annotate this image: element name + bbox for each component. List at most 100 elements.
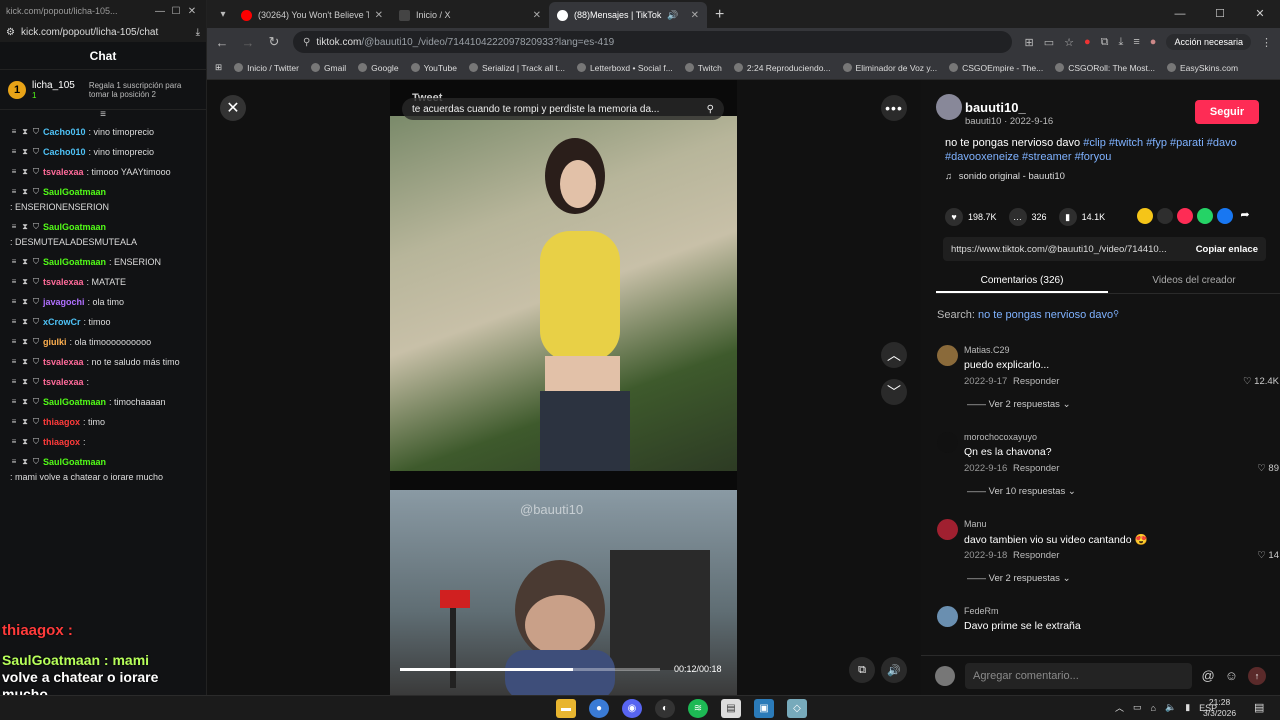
pin-icon[interactable]: ≡ xyxy=(10,186,18,198)
profile-avatar[interactable]: ● xyxy=(1150,36,1157,48)
back-icon[interactable]: ← xyxy=(215,35,229,50)
embed-icon[interactable] xyxy=(1157,208,1173,224)
view-replies-button[interactable]: —— Ver 2 respuestas ⌄ xyxy=(967,573,1071,584)
video-search-overlay[interactable]: te acuerdas cuando te rompi y perdiste l… xyxy=(402,98,724,120)
more-options-button[interactable]: ••• xyxy=(881,95,907,121)
apps-icon[interactable]: ⊞ xyxy=(215,62,222,73)
volume-button[interactable]: 🔊 xyxy=(881,657,907,683)
hourglass-icon[interactable]: ⧗ xyxy=(21,146,29,158)
shield-icon[interactable]: ⛉ xyxy=(32,396,40,408)
commenter-avatar[interactable] xyxy=(937,519,958,540)
chat-username[interactable]: Cacho010 xyxy=(43,126,86,138)
facebook-icon[interactable] xyxy=(1217,208,1233,224)
new-tab-button[interactable]: + xyxy=(715,2,724,28)
commenter-name[interactable]: morochocoxayuyo xyxy=(964,432,1037,442)
close-tab-icon[interactable]: ✕ xyxy=(691,10,699,21)
emoji-icon[interactable]: ☺ xyxy=(1225,668,1238,683)
kick-urlbar[interactable]: ⚙ kick.com/popout/licha-105/chat ⤓ xyxy=(0,22,206,42)
pin-icon[interactable]: ≡ xyxy=(10,416,18,428)
author-avatar[interactable] xyxy=(936,94,962,120)
audio-icon[interactable]: 🔊 xyxy=(667,10,678,21)
hourglass-icon[interactable]: ⧗ xyxy=(21,316,29,328)
close-video-button[interactable]: ✕ xyxy=(220,95,246,121)
bookmark-item[interactable]: Serializd | Track all t... xyxy=(468,63,565,73)
pin-icon[interactable]: ≡ xyxy=(10,356,18,368)
action-needed-button[interactable]: Acción necesaria xyxy=(1166,34,1251,50)
menu-icon[interactable]: ⋮ xyxy=(1261,36,1272,49)
pin-icon[interactable]: ≡ xyxy=(10,316,18,328)
pin-icon[interactable]: ≡ xyxy=(10,256,18,268)
shield-icon[interactable]: ⛉ xyxy=(32,186,40,198)
hourglass-icon[interactable]: ⧗ xyxy=(21,166,29,178)
pin-icon[interactable]: ≡ xyxy=(10,276,18,288)
spotify-icon[interactable]: ≋ xyxy=(688,699,708,718)
hourglass-icon[interactable]: ⧗ xyxy=(21,436,29,448)
chat-username[interactable]: tsvalexaa xyxy=(43,376,84,388)
next-video-button[interactable]: ﹀ xyxy=(881,379,907,405)
bookmark-star-icon[interactable]: ☆ xyxy=(1064,36,1074,49)
chat-username[interactable]: xCrowCr xyxy=(43,316,81,328)
reply-button[interactable]: Responder xyxy=(1013,463,1059,474)
chat-username[interactable]: SaulGoatmaan xyxy=(43,221,106,233)
pin-icon[interactable]: ≡ xyxy=(10,336,18,348)
pin-icon[interactable]: ≡ xyxy=(10,376,18,388)
hourglass-icon[interactable]: ⧗ xyxy=(21,336,29,348)
tab-comments[interactable]: Comentarios (326) xyxy=(936,270,1108,293)
network-icon[interactable]: ⌂ xyxy=(1151,703,1156,713)
hourglass-icon[interactable]: ⧗ xyxy=(21,221,29,233)
chat-username[interactable]: thiaagox xyxy=(43,436,80,448)
notepad-icon[interactable]: ▤ xyxy=(721,699,741,718)
comment-like-button[interactable]: ♡ 12.4K xyxy=(1243,376,1279,387)
bookmark-item[interactable]: Letterboxd • Social f... xyxy=(576,63,673,73)
commenter-avatar[interactable] xyxy=(937,606,958,627)
coin-icon[interactable] xyxy=(1137,208,1153,224)
forward-icon[interactable]: → xyxy=(241,35,255,50)
chat-username[interactable]: tsvalexaa xyxy=(43,166,84,178)
pin-icon[interactable]: ≡ xyxy=(10,296,18,308)
hourglass-icon[interactable]: ⧗ xyxy=(21,396,29,408)
video-link[interactable]: https://www.tiktok.com/@bauuti10_/video/… xyxy=(951,244,1196,255)
tab-search-icon[interactable]: ▾ xyxy=(213,2,233,28)
hourglass-icon[interactable]: ⧗ xyxy=(21,186,29,198)
pin-icon[interactable]: ≡ xyxy=(10,436,18,448)
shield-icon[interactable]: ⛉ xyxy=(32,126,40,138)
steam-icon[interactable]: ◐ xyxy=(655,699,675,718)
media-icon[interactable]: ≡ xyxy=(1133,36,1139,48)
clock[interactable]: 21:28 3/3/2026 xyxy=(1203,697,1236,719)
tab-x[interactable]: Inicio / X ✕ xyxy=(391,2,549,28)
hourglass-icon[interactable]: ⧗ xyxy=(21,256,29,268)
hourglass-icon[interactable]: ⧗ xyxy=(21,356,29,368)
site-info-icon[interactable]: ⚲ xyxy=(303,37,310,48)
tab-youtube[interactable]: (30264) You Won't Believe This ✕ xyxy=(233,2,391,28)
bookmark-item[interactable]: Eliminador de Voz y... xyxy=(842,63,937,73)
extension-red-icon[interactable]: ● xyxy=(1084,36,1091,48)
author-username[interactable]: bauuti10_ xyxy=(965,100,1026,115)
chat-username[interactable]: tsvalexaa xyxy=(43,276,84,288)
share-arrow-icon[interactable]: ➦ xyxy=(1237,208,1253,224)
chat-username[interactable]: thiaagox xyxy=(43,416,80,428)
chat-username[interactable]: SaulGoatmaan xyxy=(43,396,106,408)
commenter-avatar[interactable] xyxy=(937,345,958,366)
shield-icon[interactable]: ⛉ xyxy=(32,336,40,348)
omnibox[interactable]: ⚲ tiktok.com/@bauuti10_/video/7144104222… xyxy=(293,31,1013,53)
maximize-button[interactable]: ☐ xyxy=(1200,0,1240,28)
shield-icon[interactable]: ⛉ xyxy=(32,356,40,368)
video-player[interactable]: Tweet te acuerdas cuando te rompi y perd… xyxy=(390,80,737,695)
hourglass-icon[interactable]: ⧗ xyxy=(21,376,29,388)
chat-username[interactable]: Cacho010 xyxy=(43,146,86,158)
reply-button[interactable]: Responder xyxy=(1013,550,1059,561)
view-replies-button[interactable]: —— Ver 2 respuestas ⌄ xyxy=(967,399,1071,410)
hourglass-icon[interactable]: ⧗ xyxy=(21,416,29,428)
display-icon[interactable]: ▭ xyxy=(1133,702,1142,713)
pin-icon[interactable]: ≡ xyxy=(10,456,18,468)
mention-icon[interactable]: @ xyxy=(1202,668,1215,683)
close-tab-icon[interactable]: ✕ xyxy=(533,10,541,21)
discord-icon[interactable]: ◉ xyxy=(622,699,642,718)
shield-icon[interactable]: ⛉ xyxy=(32,316,40,328)
commenter-name[interactable]: FedeRm xyxy=(964,606,999,616)
pin-icon[interactable]: ≡ xyxy=(10,166,18,178)
comment-like-button[interactable]: ♡ 14 xyxy=(1257,550,1279,561)
hourglass-icon[interactable]: ⧗ xyxy=(21,276,29,288)
chevron-up-icon[interactable]: ︿ xyxy=(1115,701,1124,714)
file-explorer-icon[interactable]: ▬ xyxy=(556,699,576,718)
